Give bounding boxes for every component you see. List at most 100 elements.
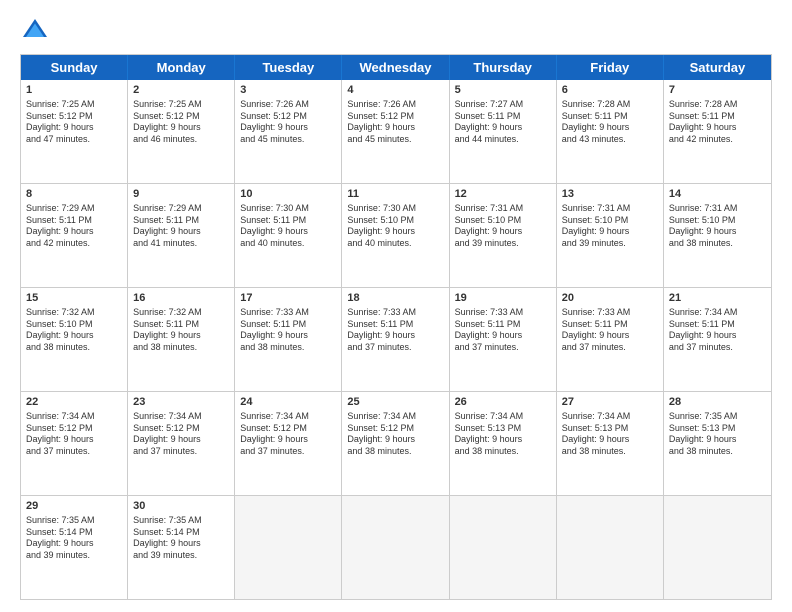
cell-info: Sunrise: 7:35 AM Sunset: 5:14 PM Dayligh… [26, 515, 122, 562]
cell-info: Sunrise: 7:33 AM Sunset: 5:11 PM Dayligh… [455, 307, 551, 354]
day-number: 23 [133, 395, 229, 410]
day-number: 24 [240, 395, 336, 410]
header-day-sunday: Sunday [21, 55, 128, 80]
cell-info: Sunrise: 7:31 AM Sunset: 5:10 PM Dayligh… [455, 203, 551, 250]
cell-info: Sunrise: 7:33 AM Sunset: 5:11 PM Dayligh… [562, 307, 658, 354]
cell-info: Sunrise: 7:32 AM Sunset: 5:11 PM Dayligh… [133, 307, 229, 354]
cell-info: Sunrise: 7:26 AM Sunset: 5:12 PM Dayligh… [347, 99, 443, 146]
calendar-cell: 21Sunrise: 7:34 AM Sunset: 5:11 PM Dayli… [664, 288, 771, 391]
day-number: 30 [133, 499, 229, 514]
calendar-cell: 18Sunrise: 7:33 AM Sunset: 5:11 PM Dayli… [342, 288, 449, 391]
day-number: 6 [562, 83, 658, 98]
cell-info: Sunrise: 7:30 AM Sunset: 5:11 PM Dayligh… [240, 203, 336, 250]
calendar-cell: 5Sunrise: 7:27 AM Sunset: 5:11 PM Daylig… [450, 80, 557, 183]
calendar-cell: 29Sunrise: 7:35 AM Sunset: 5:14 PM Dayli… [21, 496, 128, 599]
logo-icon [20, 16, 50, 46]
day-number: 10 [240, 187, 336, 202]
cell-info: Sunrise: 7:29 AM Sunset: 5:11 PM Dayligh… [133, 203, 229, 250]
day-number: 28 [669, 395, 766, 410]
calendar-cell [557, 496, 664, 599]
calendar-cell: 22Sunrise: 7:34 AM Sunset: 5:12 PM Dayli… [21, 392, 128, 495]
day-number: 13 [562, 187, 658, 202]
day-number: 26 [455, 395, 551, 410]
calendar-cell: 6Sunrise: 7:28 AM Sunset: 5:11 PM Daylig… [557, 80, 664, 183]
calendar-cell: 1Sunrise: 7:25 AM Sunset: 5:12 PM Daylig… [21, 80, 128, 183]
page: SundayMondayTuesdayWednesdayThursdayFrid… [0, 0, 792, 612]
cell-info: Sunrise: 7:34 AM Sunset: 5:13 PM Dayligh… [562, 411, 658, 458]
day-number: 4 [347, 83, 443, 98]
cell-info: Sunrise: 7:25 AM Sunset: 5:12 PM Dayligh… [26, 99, 122, 146]
calendar-cell: 9Sunrise: 7:29 AM Sunset: 5:11 PM Daylig… [128, 184, 235, 287]
header-day-tuesday: Tuesday [235, 55, 342, 80]
day-number: 21 [669, 291, 766, 306]
calendar-cell: 8Sunrise: 7:29 AM Sunset: 5:11 PM Daylig… [21, 184, 128, 287]
cell-info: Sunrise: 7:28 AM Sunset: 5:11 PM Dayligh… [669, 99, 766, 146]
calendar-cell: 10Sunrise: 7:30 AM Sunset: 5:11 PM Dayli… [235, 184, 342, 287]
header-day-wednesday: Wednesday [342, 55, 449, 80]
day-number: 1 [26, 83, 122, 98]
calendar-row-5: 29Sunrise: 7:35 AM Sunset: 5:14 PM Dayli… [21, 495, 771, 599]
header-day-friday: Friday [557, 55, 664, 80]
cell-info: Sunrise: 7:33 AM Sunset: 5:11 PM Dayligh… [347, 307, 443, 354]
day-number: 25 [347, 395, 443, 410]
day-number: 16 [133, 291, 229, 306]
day-number: 12 [455, 187, 551, 202]
calendar-cell: 7Sunrise: 7:28 AM Sunset: 5:11 PM Daylig… [664, 80, 771, 183]
header-day-saturday: Saturday [664, 55, 771, 80]
calendar-cell: 11Sunrise: 7:30 AM Sunset: 5:10 PM Dayli… [342, 184, 449, 287]
calendar-cell: 15Sunrise: 7:32 AM Sunset: 5:10 PM Dayli… [21, 288, 128, 391]
day-number: 27 [562, 395, 658, 410]
calendar-cell: 28Sunrise: 7:35 AM Sunset: 5:13 PM Dayli… [664, 392, 771, 495]
cell-info: Sunrise: 7:35 AM Sunset: 5:13 PM Dayligh… [669, 411, 766, 458]
calendar-cell [450, 496, 557, 599]
calendar-cell: 19Sunrise: 7:33 AM Sunset: 5:11 PM Dayli… [450, 288, 557, 391]
day-number: 22 [26, 395, 122, 410]
cell-info: Sunrise: 7:27 AM Sunset: 5:11 PM Dayligh… [455, 99, 551, 146]
calendar-cell [664, 496, 771, 599]
cell-info: Sunrise: 7:33 AM Sunset: 5:11 PM Dayligh… [240, 307, 336, 354]
header [20, 16, 772, 46]
calendar-row-4: 22 Sunrise: 7:34 AM Sunset: 5:12 PM Dayli… [21, 391, 771, 495]
calendar-cell [235, 496, 342, 599]
calendar-cell: 4Sunrise: 7:26 AM Sunset: 5:12 PM Daylig… [342, 80, 449, 183]
calendar-cell: 12Sunrise: 7:31 AM Sunset: 5:10 PM Dayli… [450, 184, 557, 287]
calendar-body: 1Sunrise: 7:25 AM Sunset: 5:12 PM Daylig… [21, 80, 771, 599]
cell-info: Sunrise: 7:34 AM Sunset: 5:13 PM Dayligh… [455, 411, 551, 458]
calendar-cell: 25Sunrise: 7:34 AM Sunset: 5:12 PM Dayli… [342, 392, 449, 495]
header-day-thursday: Thursday [450, 55, 557, 80]
calendar: SundayMondayTuesdayWednesdayThursdayFrid… [20, 54, 772, 600]
day-number: 9 [133, 187, 229, 202]
day-number: 8 [26, 187, 122, 202]
calendar-cell [342, 496, 449, 599]
calendar-row-1: 1Sunrise: 7:25 AM Sunset: 5:12 PM Daylig… [21, 80, 771, 183]
calendar-cell: 26Sunrise: 7:34 AM Sunset: 5:13 PM Dayli… [450, 392, 557, 495]
day-number: 11 [347, 187, 443, 202]
cell-info: Sunrise: 7:29 AM Sunset: 5:11 PM Dayligh… [26, 203, 122, 250]
day-number: 29 [26, 499, 122, 514]
header-day-monday: Monday [128, 55, 235, 80]
calendar-cell: 3Sunrise: 7:26 AM Sunset: 5:12 PM Daylig… [235, 80, 342, 183]
day-number: 14 [669, 187, 766, 202]
day-number: 20 [562, 291, 658, 306]
logo [20, 16, 54, 46]
calendar-cell: 20Sunrise: 7:33 AM Sunset: 5:11 PM Dayli… [557, 288, 664, 391]
calendar-row-3: 15Sunrise: 7:32 AM Sunset: 5:10 PM Dayli… [21, 287, 771, 391]
cell-info: Sunrise: 7:34 AM Sunset: 5:11 PM Dayligh… [669, 307, 766, 354]
calendar-cell: 24Sunrise: 7:34 AM Sunset: 5:12 PM Dayli… [235, 392, 342, 495]
calendar-cell: 17Sunrise: 7:33 AM Sunset: 5:11 PM Dayli… [235, 288, 342, 391]
calendar-cell: 2Sunrise: 7:25 AM Sunset: 5:12 PM Daylig… [128, 80, 235, 183]
cell-info: Sunrise: 7:26 AM Sunset: 5:12 PM Dayligh… [240, 99, 336, 146]
cell-info: Sunrise: 7:34 AM Sunset: 5:12 PM Dayligh… [240, 411, 336, 458]
calendar-cell: 27Sunrise: 7:34 AM Sunset: 5:13 PM Dayli… [557, 392, 664, 495]
day-number: 17 [240, 291, 336, 306]
cell-info: Sunrise: 7:31 AM Sunset: 5:10 PM Dayligh… [562, 203, 658, 250]
cell-info: Sunrise: 7:32 AM Sunset: 5:10 PM Dayligh… [26, 307, 122, 354]
day-number: 7 [669, 83, 766, 98]
cell-info: Sunrise: 7:35 AM Sunset: 5:14 PM Dayligh… [133, 515, 229, 562]
day-number: 2 [133, 83, 229, 98]
cell-info: Sunrise: 7:28 AM Sunset: 5:11 PM Dayligh… [562, 99, 658, 146]
day-number: 18 [347, 291, 443, 306]
calendar-cell: 23Sunrise: 7:34 AM Sunset: 5:12 PM Dayli… [128, 392, 235, 495]
calendar-cell: 16Sunrise: 7:32 AM Sunset: 5:11 PM Dayli… [128, 288, 235, 391]
cell-info: Sunrise: 7:30 AM Sunset: 5:10 PM Dayligh… [347, 203, 443, 250]
